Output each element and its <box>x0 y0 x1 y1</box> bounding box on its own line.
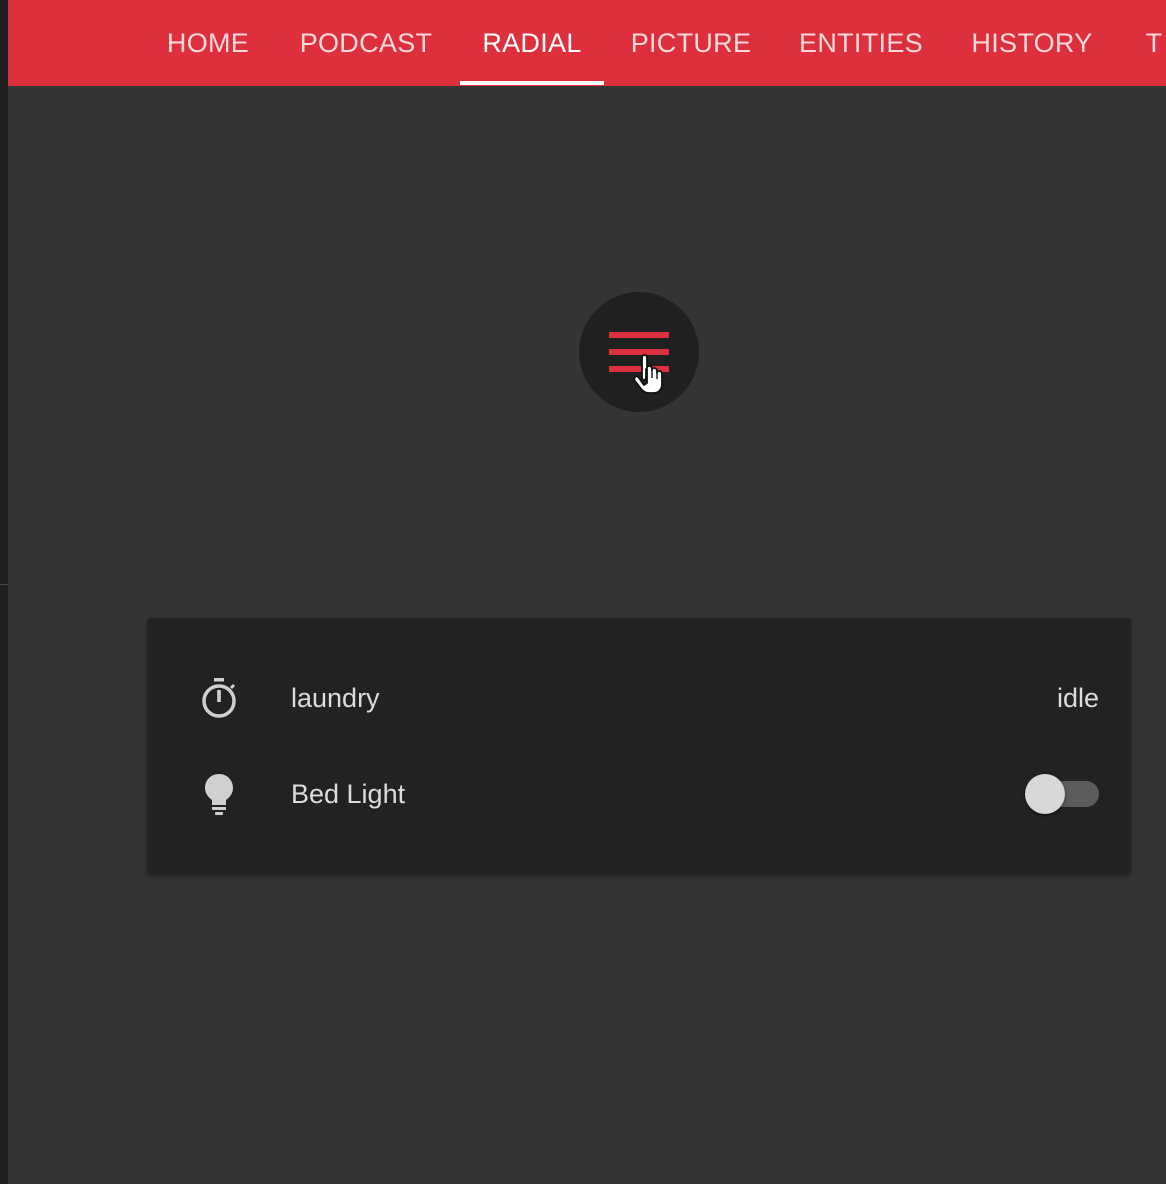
entity-state: idle <box>1056 683 1099 713</box>
tab-truncated[interactable]: T <box>1134 0 1166 86</box>
timer-icon <box>202 678 236 718</box>
tab-picture[interactable]: PICTURE <box>624 0 758 86</box>
entities-card: laundry idle Bed Light <box>147 618 1131 874</box>
tab-home[interactable]: HOME <box>154 0 262 86</box>
dashboard-view: HOME PODCAST RADIAL PICTURE ENTITIES HIS… <box>8 0 1166 1184</box>
tab-entities[interactable]: ENTITIES <box>788 0 934 86</box>
tab-bar: HOME PODCAST RADIAL PICTURE ENTITIES HIS… <box>8 0 1166 86</box>
active-tab-indicator <box>460 81 604 85</box>
entity-name: Bed Light <box>291 779 406 809</box>
toggle-knob <box>1025 774 1065 814</box>
bed-light-toggle[interactable] <box>1025 774 1099 814</box>
entity-row-bed-light[interactable]: Bed Light <box>147 754 1131 834</box>
radial-menu-button[interactable] <box>579 292 699 412</box>
entity-row-laundry[interactable]: laundry idle <box>147 658 1131 738</box>
lightbulb-icon <box>205 774 233 815</box>
hand-pointer-icon <box>633 354 663 394</box>
tab-radial[interactable]: RADIAL <box>460 0 604 86</box>
entity-name: laundry <box>291 683 380 713</box>
tab-history[interactable]: HISTORY <box>962 0 1102 86</box>
tab-podcast[interactable]: PODCAST <box>290 0 442 86</box>
window-edge-divider <box>0 584 8 585</box>
